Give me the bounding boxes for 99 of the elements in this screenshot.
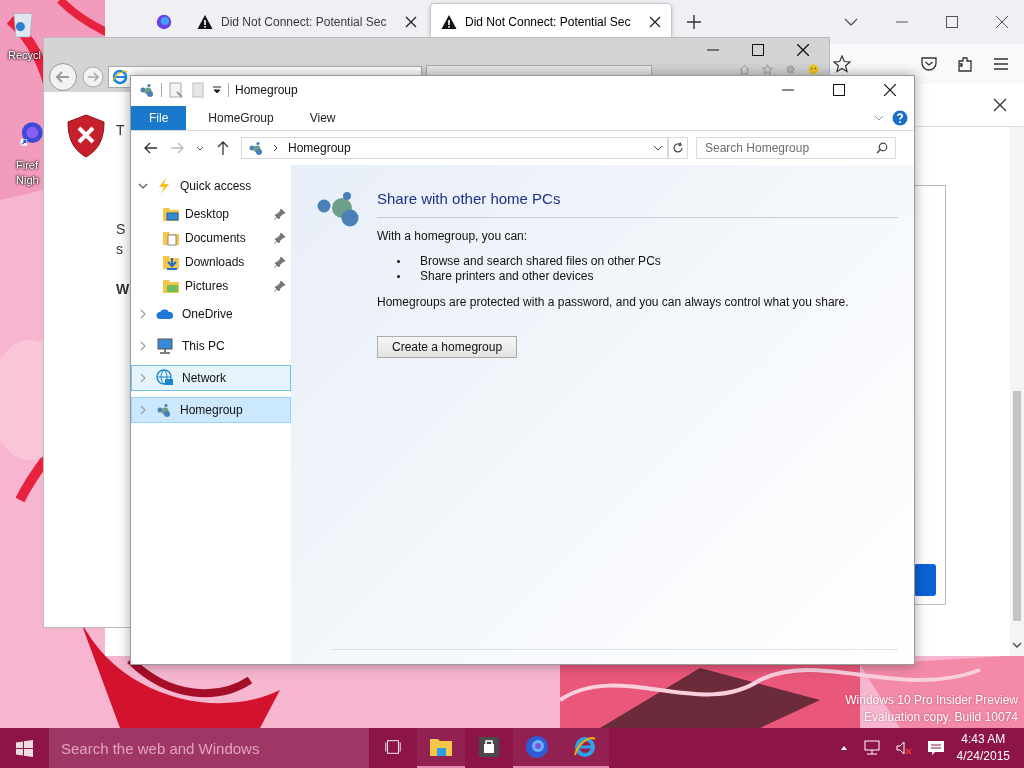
clock-time[interactable]: 4:43 AM [961,731,1006,748]
ie-logo-icon [573,735,597,759]
nav-item[interactable]: Homegroup [131,397,291,423]
scrollbar-thumb[interactable] [1013,391,1021,621]
nav-item[interactable]: This PC [131,333,291,359]
nav-item[interactable]: OneDrive [131,301,291,327]
close-icon[interactable] [649,16,661,28]
pocket-icon[interactable] [920,55,938,73]
shopping-bag-icon [477,735,501,759]
watermark-text: Evaluation copy. Build 10074 [864,709,1018,726]
list-item: Browse and search shared files on other PCs [420,254,661,269]
network-icon[interactable] [862,739,881,757]
search-field[interactable]: Search Homegroup [696,137,896,159]
info-text: Homegroups are protected with a password, and you can always control what you share. [377,294,850,310]
window-title: Homegroup [235,83,298,97]
maximize-icon[interactable] [833,84,845,96]
close-icon[interactable] [797,44,809,56]
pin-icon[interactable] [274,256,286,268]
globe-icon [156,369,174,387]
maximize-icon[interactable] [752,44,764,56]
section-heading: Share with other home PCs [377,189,562,209]
pin-icon[interactable] [274,280,286,292]
intro-text: With a homegroup, you can: [377,228,529,244]
close-icon[interactable] [993,98,1007,112]
taskbar-app-button[interactable] [561,728,609,768]
browser-tab[interactable]: Did Not Connect: Potential Sec [187,4,427,40]
refresh-icon[interactable] [672,142,684,154]
task-view-icon[interactable] [384,738,402,756]
nav-item[interactable]: Quick access [131,173,291,199]
warning-icon [441,14,457,30]
taskbar-app-button[interactable] [417,728,465,768]
address-bar[interactable]: Homegroup [241,137,668,159]
search-field[interactable]: Search the web and Windows [49,728,369,768]
notification-icon[interactable] [926,739,945,757]
text-fragment: s [116,241,123,257]
chevron-right-icon[interactable] [138,341,148,351]
puzzle-icon[interactable] [956,55,974,73]
bullet-icon [397,275,400,278]
windows-logo-icon[interactable] [16,739,33,757]
ie-logo-icon [112,69,128,85]
chevron-down-icon[interactable] [653,143,663,153]
desktop-folder-icon [162,205,180,223]
download-folder-icon [162,253,180,271]
firefox-icon [525,735,549,759]
breadcrumb-item[interactable]: Homegroup [288,141,351,155]
nav-item[interactable]: Desktop [131,202,291,226]
search-icon[interactable] [876,142,888,154]
close-icon[interactable] [884,84,896,96]
browser-tab[interactable]: Did Not Connect: Potential Sec [431,4,671,40]
star-icon[interactable] [833,55,851,73]
desktop-icon-label: Firef [16,158,38,173]
text-fragment: W [116,281,130,297]
nav-item[interactable]: Pictures [131,274,291,298]
nav-item[interactable]: Downloads [131,250,291,274]
close-icon[interactable] [996,16,1008,28]
nav-item[interactable]: Documents [131,226,291,250]
chevron-right-icon[interactable] [138,309,148,319]
desktop-icon-label: Nigh [16,173,39,188]
up-arrow-icon[interactable] [215,140,231,156]
picture-folder-icon [162,277,180,295]
chevron-down-icon[interactable] [1012,640,1022,650]
scrollbar[interactable] [1010,127,1024,656]
watermark-text: Windows 10 Pro Insider Preview [845,692,1018,709]
chevron-down-icon[interactable] [138,181,148,191]
computer-icon [156,337,174,355]
dropdown-icon[interactable] [212,85,222,95]
properties-icon[interactable] [168,82,184,98]
homegroup-icon [139,82,155,98]
star-icon[interactable] [762,64,773,75]
lightning-icon [156,178,172,194]
shield-error-icon [66,114,106,158]
help-icon[interactable] [892,110,908,126]
create-homegroup-button[interactable]: Create a homegroup [377,336,518,358]
back-icon[interactable] [143,140,159,156]
primary-button[interactable] [914,564,936,596]
warning-icon [197,14,213,30]
maximize-icon[interactable] [946,16,958,28]
speaker-muted-icon[interactable] [894,739,913,757]
ribbon-tab[interactable]: View [295,106,350,130]
document-folder-icon [162,229,180,247]
clock-date[interactable]: 4/24/2015 [956,748,1010,765]
list-item: Share printers and other devices [420,269,594,284]
bullet-icon [397,260,400,263]
nav-item[interactable]: Network [131,365,291,391]
text-fragment: T [116,122,125,138]
close-icon[interactable] [405,16,417,28]
new-tab-icon[interactable] [687,15,701,29]
pin-icon[interactable] [274,232,286,244]
menu-icon[interactable] [992,55,1010,73]
text-fragment: S [116,221,126,237]
taskbar-app-button[interactable] [513,728,561,768]
ribbon-tab[interactable]: HomeGroup [194,106,288,130]
firefox-icon[interactable] [155,13,173,31]
homegroup-icon [248,140,264,156]
homegroup-icon [156,402,172,418]
chevron-right-icon [272,144,280,152]
pin-icon[interactable] [274,208,286,220]
ribbon-tab[interactable]: File [131,106,187,130]
refresh-button[interactable] [668,137,688,159]
